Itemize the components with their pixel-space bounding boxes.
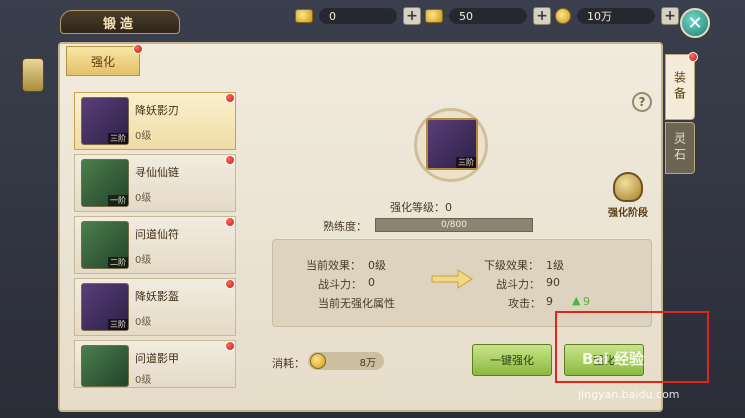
current-power-label: 战斗力： [318, 278, 362, 291]
add-coins-button[interactable]: + [661, 7, 679, 25]
tier-badge: 三阶 [108, 319, 128, 330]
necklace-icon: 一阶 [81, 159, 129, 207]
coins-value: 10万 [587, 10, 612, 23]
list-item-equipment[interactable]: 二阶 问道仙符 0级 [74, 216, 236, 274]
lantern-decoration [22, 58, 44, 92]
bound-ingot-resource: 50 + [425, 6, 551, 26]
list-item-equipment[interactable]: 一阶 寻仙仙链 0级 [74, 154, 236, 212]
side-tab-equipment[interactable]: 装备 [665, 54, 695, 120]
next-power-value: 90 [546, 276, 560, 289]
cost-bar: 8万 [308, 352, 384, 370]
proficiency-value: 0/800 [441, 220, 467, 230]
talisman-icon: 二阶 [81, 221, 129, 269]
page-title: 锻造 [60, 10, 180, 34]
item-notification-dot [225, 155, 235, 165]
item-level: 0级 [135, 375, 152, 386]
one-click-strengthen-button[interactable]: 一键强化 [472, 344, 552, 376]
attack-label: 攻击： [508, 297, 541, 310]
selected-blade-icon: 三阶 [426, 118, 478, 170]
item-level: 0级 [135, 131, 152, 142]
item-name: 问道仙符 [135, 228, 179, 241]
one-click-strengthen-label: 一键强化 [490, 354, 534, 367]
tab-notification-dot [133, 44, 143, 54]
watermark-url: jingyan.baidu.com [578, 388, 680, 401]
list-item-equipment[interactable]: 三阶 降妖影盔 0级 [74, 278, 236, 336]
item-level: 0级 [135, 193, 152, 204]
armor-icon [81, 345, 129, 387]
coins-resource: 10万 + [555, 6, 679, 26]
add-bound-ingot-button[interactable]: + [533, 7, 551, 25]
gold-ingot-value: 0 [329, 9, 336, 23]
bound-ingot-icon [425, 9, 443, 23]
item-notification-dot [225, 279, 235, 289]
no-attribute-text: 当前无强化属性 [318, 297, 395, 310]
item-level: 0级 [135, 255, 152, 266]
gold-ingot-icon [295, 9, 313, 23]
gold-ingot-resource: 0 + [295, 6, 421, 26]
arrow-right-icon [431, 269, 473, 289]
blade-icon: 三阶 [81, 97, 129, 145]
stage-badge-label: 强化阶段 [608, 208, 648, 219]
stage-shield-icon [613, 172, 643, 202]
next-power-label: 战斗力： [496, 278, 540, 291]
item-name: 降妖影刃 [135, 104, 179, 117]
side-tab-notification-dot [688, 52, 698, 62]
list-item-equipment[interactable]: 问道影甲 0级 [74, 340, 236, 388]
tier-badge: 一阶 [108, 195, 128, 206]
strengthen-stage-button[interactable]: 强化阶段 [596, 172, 660, 222]
highlight-annotation [555, 311, 709, 383]
helmet-icon: 三阶 [81, 283, 129, 331]
next-effect-label: 下级效果： [484, 259, 539, 272]
item-level: 0级 [135, 317, 152, 328]
current-effect-value: 0级 [368, 259, 386, 272]
current-effect-label: 当前效果： [306, 259, 361, 272]
add-gold-ingot-button[interactable]: + [403, 7, 421, 25]
tier-badge: 二阶 [108, 257, 128, 268]
close-button[interactable]: ✕ [680, 8, 710, 38]
watermark: Bai 经验 [582, 350, 644, 368]
strength-level: 强化等级：0 [390, 201, 452, 214]
bound-ingot-value: 50 [459, 9, 473, 23]
tier-badge: 三阶 [108, 133, 128, 144]
arrow-up-icon: ▲ [572, 294, 581, 307]
next-effect-value: 1级 [546, 259, 564, 272]
coin-icon [555, 8, 571, 24]
cost-label: 消耗： [272, 357, 305, 370]
selected-equipment-frame: 三阶 [398, 100, 504, 196]
item-name: 寻仙仙链 [135, 166, 179, 179]
item-name: 降妖影盔 [135, 290, 179, 303]
tab-strengthen-label: 强化 [90, 54, 115, 69]
item-notification-dot [225, 217, 235, 227]
item-notification-dot [225, 93, 235, 103]
attack-gain-value: 9 [583, 295, 590, 308]
proficiency-label: 熟练度： [323, 220, 367, 233]
proficiency-bar: 0/800 [375, 218, 533, 232]
coin-icon [310, 353, 326, 369]
tab-strengthen[interactable]: 强化 [66, 46, 140, 76]
help-button[interactable]: ? [632, 92, 652, 112]
item-name: 问道影甲 [135, 352, 179, 365]
tier-badge: 三阶 [456, 157, 476, 168]
item-notification-dot [225, 341, 235, 351]
attack-value: 9 [546, 295, 553, 308]
cost-value: 8万 [359, 357, 376, 369]
list-item-equipment[interactable]: 三阶 降妖影刃 0级 [74, 92, 236, 150]
side-tab-spirit-stone[interactable]: 灵石 [665, 122, 695, 174]
current-power-value: 0 [368, 276, 375, 289]
